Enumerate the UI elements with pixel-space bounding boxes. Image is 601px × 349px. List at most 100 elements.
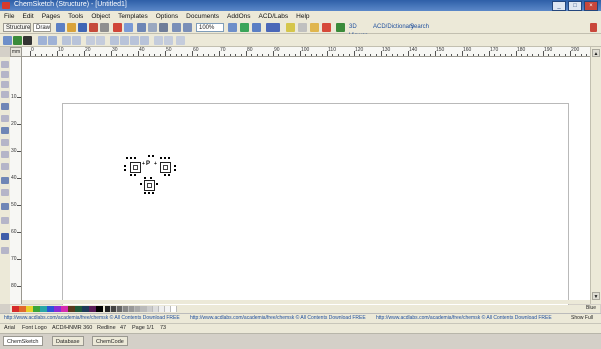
handle-br[interactable] — [164, 174, 166, 176]
handle-bb3[interactable] — [152, 192, 154, 194]
rotate-icon[interactable] — [140, 36, 149, 45]
handle-mr2[interactable] — [174, 169, 176, 171]
menu-file[interactable]: File — [4, 13, 14, 20]
handle-tr[interactable] — [160, 157, 162, 159]
color-swatch[interactable] — [82, 306, 89, 312]
polygon-icon[interactable] — [1, 151, 9, 158]
menu-addons[interactable]: AddOns — [227, 13, 251, 20]
zoom-out-icon[interactable] — [183, 23, 192, 32]
handle-bl2[interactable] — [134, 174, 136, 176]
table-icon[interactable] — [298, 23, 307, 32]
clipboard-icon[interactable] — [310, 23, 319, 32]
tab-database[interactable]: Database — [52, 336, 84, 346]
menu-options[interactable]: Options — [156, 13, 178, 20]
handle-bb2[interactable] — [148, 192, 150, 194]
gray-swatch[interactable] — [171, 306, 177, 312]
status-show-full[interactable]: Show Full — [571, 315, 593, 321]
color-swatch[interactable] — [68, 306, 75, 312]
polyline-icon[interactable] — [1, 81, 9, 88]
grid-icon[interactable] — [240, 23, 249, 32]
vertical-scrollbar[interactable]: ▲ ▼ — [590, 47, 601, 304]
maximize-button[interactable]: □ — [568, 1, 582, 11]
image-icon[interactable] — [1, 233, 9, 240]
handle-tm2[interactable] — [152, 155, 154, 157]
handle-bl[interactable] — [130, 174, 132, 176]
select-icon[interactable] — [3, 36, 12, 45]
color-swatch[interactable] — [61, 306, 68, 312]
delete-icon[interactable] — [159, 23, 168, 32]
status-link-3[interactable]: http://www.acdlabs.com/academia/free/che… — [376, 315, 552, 321]
color-swatch[interactable] — [19, 306, 26, 312]
save-icon[interactable] — [78, 23, 87, 32]
menu-acdlabs[interactable]: ACD/Labs — [259, 13, 289, 20]
color-swatch[interactable] — [96, 306, 103, 312]
color-swatch[interactable] — [75, 306, 82, 312]
handle-bm-l[interactable] — [140, 183, 142, 185]
3d-icon[interactable] — [266, 23, 280, 32]
color-swatch[interactable] — [33, 306, 40, 312]
tab-chemsketch[interactable]: ChemSketch — [3, 336, 43, 346]
menu-edit[interactable]: Edit — [22, 13, 33, 20]
pointer-icon[interactable] — [1, 61, 9, 68]
move-icon[interactable] — [23, 36, 32, 45]
handle-ml2[interactable] — [124, 169, 126, 171]
selected-shape-bottom[interactable] — [144, 180, 155, 191]
color-swatch[interactable] — [89, 306, 96, 312]
line-icon[interactable] — [1, 71, 9, 78]
zoom-select[interactable]: 100% — [196, 23, 224, 32]
dictionary-button[interactable]: ACD/Dictionary — [371, 23, 414, 32]
color-swatch[interactable] — [12, 306, 19, 312]
template-icon[interactable] — [286, 23, 295, 32]
rectangle-icon[interactable] — [1, 115, 9, 122]
table-tool-icon[interactable] — [1, 189, 9, 196]
paste-icon[interactable] — [148, 23, 157, 32]
color-swatch[interactable] — [54, 306, 61, 312]
handle-tr2[interactable] — [164, 157, 166, 159]
viewer-icon[interactable] — [336, 23, 345, 32]
undo-icon[interactable] — [113, 23, 122, 32]
align-center-icon[interactable] — [48, 36, 57, 45]
structure-mode-button[interactable]: Structure — [3, 23, 31, 32]
close-button[interactable]: × — [584, 1, 598, 11]
selected-objects[interactable]: P + + — [122, 153, 182, 203]
selected-shape-left[interactable] — [130, 162, 141, 173]
cut-icon[interactable] — [100, 23, 109, 32]
menu-tools[interactable]: Tools — [68, 13, 83, 20]
align-right-icon[interactable] — [62, 36, 71, 45]
handle-bb[interactable] — [144, 192, 146, 194]
fit-page-icon[interactable] — [228, 23, 237, 32]
handle-br2[interactable] — [168, 174, 170, 176]
handle-ml[interactable] — [124, 165, 126, 167]
curve-icon[interactable] — [1, 91, 9, 98]
cursor-icon[interactable] — [252, 23, 261, 32]
lasso-icon[interactable] — [13, 36, 22, 45]
menu-documents[interactable]: Documents — [186, 13, 219, 20]
handle-bt2[interactable] — [150, 177, 152, 179]
menu-help[interactable]: Help — [296, 13, 309, 20]
handle-tm[interactable] — [148, 155, 150, 157]
ellipse-icon[interactable] — [1, 127, 9, 134]
flip-h-icon[interactable] — [120, 36, 129, 45]
fill-icon[interactable] — [1, 203, 9, 210]
handle-tl2[interactable] — [130, 157, 132, 159]
handle-tl3[interactable] — [134, 157, 136, 159]
back-icon[interactable] — [110, 36, 119, 45]
copy-icon[interactable] — [137, 23, 146, 32]
scroll-down-arrow-icon[interactable]: ▼ — [592, 292, 600, 300]
horizontal-scrollbar[interactable] — [22, 300, 590, 304]
menu-pages[interactable]: Pages — [42, 13, 60, 20]
minimize-button[interactable]: _ — [552, 1, 566, 11]
close-doc-icon[interactable] — [590, 23, 597, 32]
color-swatch[interactable] — [40, 306, 47, 312]
align-left-icon[interactable] — [38, 36, 47, 45]
handle-tr3[interactable] — [168, 157, 170, 159]
text-tool-icon[interactable] — [164, 36, 173, 45]
arrow-icon[interactable] — [1, 103, 9, 110]
status-link-1[interactable]: http://www.acdlabs.com/academia/free/che… — [4, 315, 180, 321]
more-tools-icon[interactable] — [176, 36, 185, 45]
redo-icon[interactable] — [124, 23, 133, 32]
ungroup-icon[interactable] — [86, 36, 95, 45]
flip-v-icon[interactable] — [130, 36, 139, 45]
text-icon[interactable] — [1, 177, 9, 184]
misc-tool-icon[interactable] — [1, 247, 9, 254]
